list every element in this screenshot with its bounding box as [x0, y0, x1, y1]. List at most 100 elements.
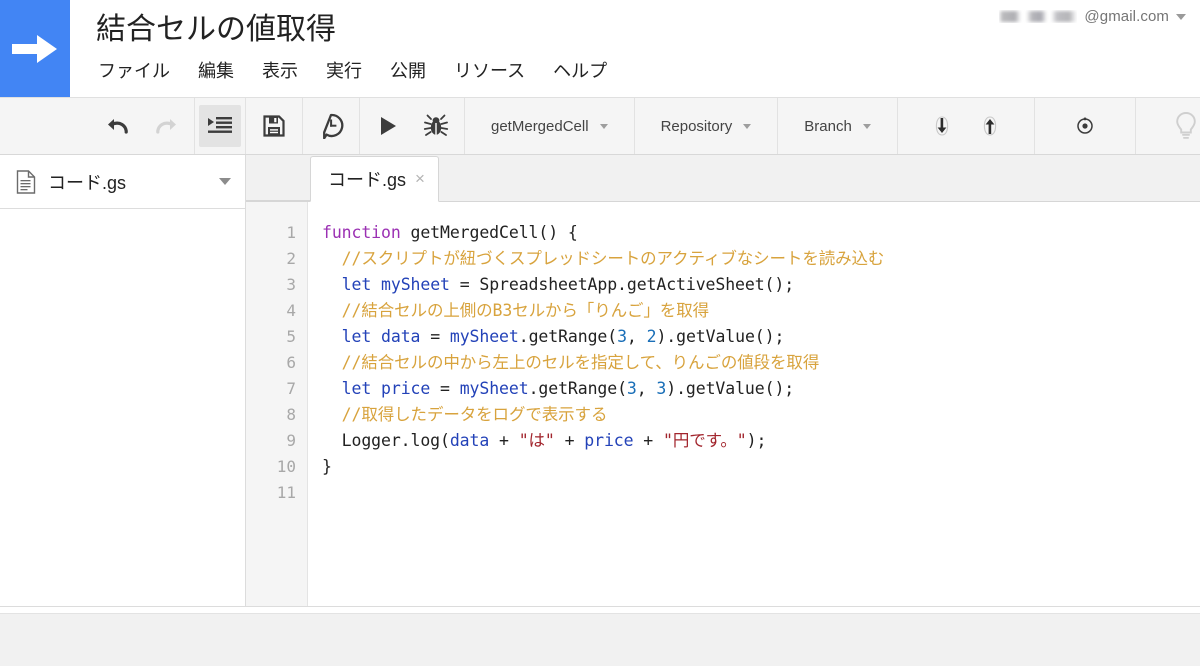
code-token: ).getValue(); — [666, 379, 795, 398]
toolbar-group-branch: Branch — [778, 98, 898, 154]
code-line[interactable]: let data = mySheet.getRange(3, 2).getVal… — [322, 324, 1200, 350]
branch-dropdown-label: Branch — [804, 117, 852, 135]
history-button[interactable] — [307, 98, 355, 154]
toolbar-group-settings — [1035, 98, 1136, 154]
toolbar-group-function-select: getMergedCell — [465, 98, 635, 154]
line-number: 10 — [276, 457, 296, 476]
account-email-domain: @gmail.com — [1084, 8, 1169, 25]
code-editor[interactable]: 1 2 3 4 5 6 7 8 9 10 11 function getMergedCell() {… — [246, 202, 1200, 607]
menu-item-help[interactable]: ヘルプ — [553, 57, 607, 85]
code-token: + — [633, 431, 663, 450]
sidebar-item-label: コード.gs — [48, 172, 127, 193]
code-token: //結合セルの上側のB3セルから「りんご」を取得 — [341, 301, 710, 320]
code-token: + — [489, 431, 519, 450]
toolbar-group-version — [303, 98, 360, 154]
document-icon — [16, 169, 36, 194]
code-token: Logger.log( — [322, 431, 450, 450]
workspace: コード.gs コード.gs × 1 2 3 4 5 6 7 8 9 10 11 function g… — [0, 155, 1200, 607]
code-token: 3 — [656, 379, 667, 398]
sidebar-item-code-gs[interactable]: コード.gs — [0, 155, 245, 209]
line-number: 11 — [276, 483, 296, 502]
push-button[interactable] — [966, 98, 1014, 154]
code-token: + — [554, 431, 585, 450]
menu-item-run[interactable]: 実行 — [326, 57, 362, 85]
indent-button[interactable] — [199, 105, 241, 147]
code-token: .getRange( — [528, 379, 627, 398]
code-token: //結合セルの中から左上のセルを指定して、りんごの値段を取得 — [341, 353, 820, 372]
line-number-gutter: 1 2 3 4 5 6 7 8 9 10 11 — [246, 202, 308, 607]
account-menu[interactable]: @gmail.com — [999, 8, 1186, 25]
code-line[interactable]: //結合セルの上側のB3セルから「りんご」を取得 — [322, 298, 1200, 324]
code-line[interactable]: Logger.log(data + "は" + price + "円です。"); — [322, 428, 1200, 454]
code-content[interactable]: function getMergedCell() { //スクリプトが紐づくスプ… — [308, 202, 1200, 607]
menu-item-publish[interactable]: 公開 — [390, 57, 426, 85]
code-token: , — [626, 327, 647, 346]
chevron-down-icon[interactable] — [219, 178, 231, 185]
function-dropdown[interactable]: getMergedCell — [469, 98, 630, 154]
toolbar-group-tips — [1136, 98, 1200, 154]
repository-dropdown[interactable]: Repository — [639, 98, 774, 154]
code-token: = SpreadsheetApp.getActiveSheet(); — [449, 275, 795, 294]
code-token: = — [430, 379, 460, 398]
code-line[interactable] — [322, 480, 1200, 506]
close-icon[interactable]: × — [415, 170, 425, 189]
branch-dropdown[interactable]: Branch — [782, 98, 893, 154]
menu-item-file[interactable]: ファイル — [98, 57, 170, 85]
code-token: mySheet — [459, 379, 529, 398]
code-token: let — [341, 327, 372, 346]
redo-button[interactable] — [142, 98, 190, 154]
line-number: 4 — [286, 301, 296, 320]
account-username-redacted — [999, 10, 1077, 23]
code-line[interactable]: //取得したデータをログで表示する — [322, 402, 1200, 428]
code-token: let — [341, 379, 372, 398]
menu-item-edit[interactable]: 編集 — [198, 57, 234, 85]
code-line[interactable]: //スクリプトが紐づくスプレッドシートのアクティブなシートを読み込む — [322, 246, 1200, 272]
editor-pane: コード.gs × 1 2 3 4 5 6 7 8 9 10 11 function getMerge… — [246, 155, 1200, 607]
code-token: data — [381, 327, 421, 346]
code-token: , — [636, 379, 657, 398]
run-button[interactable] — [364, 98, 412, 154]
code-token: } — [322, 457, 332, 476]
pull-button[interactable] — [918, 98, 966, 154]
toolbar-group-repository: Repository — [635, 98, 779, 154]
line-number: 7 — [286, 379, 296, 398]
tab-code-gs[interactable]: コード.gs × — [310, 156, 439, 202]
code-token: function — [322, 223, 401, 242]
code-token: getMergedCell — [410, 223, 539, 242]
line-number: 6 — [286, 353, 296, 372]
line-number: 3 — [286, 275, 296, 294]
debug-button[interactable] — [412, 98, 460, 154]
menu-item-resources[interactable]: リソース — [454, 57, 525, 85]
code-token: mySheet — [381, 275, 450, 294]
undo-button[interactable] — [94, 98, 142, 154]
tips-button[interactable] — [1162, 98, 1200, 154]
code-token: () { — [538, 223, 578, 242]
code-token: ); — [746, 431, 767, 450]
chevron-down-icon — [599, 123, 608, 129]
save-button[interactable] — [250, 98, 298, 154]
code-token: ).getValue(); — [656, 327, 785, 346]
toolbar-group-history — [90, 98, 195, 154]
code-token: "は" — [518, 431, 555, 450]
app-window: 結合セルの値取得 ファイル 編集 表示 実行 公開 リソース ヘルプ @gmai… — [0, 0, 1200, 666]
toolbar: getMergedCell Repository Branch — [0, 97, 1200, 155]
code-token: .getRange( — [518, 327, 618, 346]
code-line[interactable]: let price = mySheet.getRange(3, 3).getVa… — [322, 376, 1200, 402]
file-sidebar: コード.gs — [0, 155, 246, 607]
code-token: mySheet — [449, 327, 519, 346]
status-bar — [0, 613, 1200, 666]
code-line[interactable]: } — [322, 454, 1200, 480]
code-line[interactable]: function getMergedCell() { — [322, 220, 1200, 246]
menu-item-view[interactable]: 表示 — [262, 57, 298, 85]
code-line[interactable]: //結合セルの中から左上のセルを指定して、りんごの値段を取得 — [322, 350, 1200, 376]
code-line[interactable]: let mySheet = SpreadsheetApp.getActiveSh… — [322, 272, 1200, 298]
settings-button[interactable] — [1061, 98, 1109, 154]
apps-script-logo[interactable] — [0, 0, 70, 97]
app-header: 結合セルの値取得 ファイル 編集 表示 実行 公開 リソース ヘルプ @gmai… — [0, 0, 1200, 97]
